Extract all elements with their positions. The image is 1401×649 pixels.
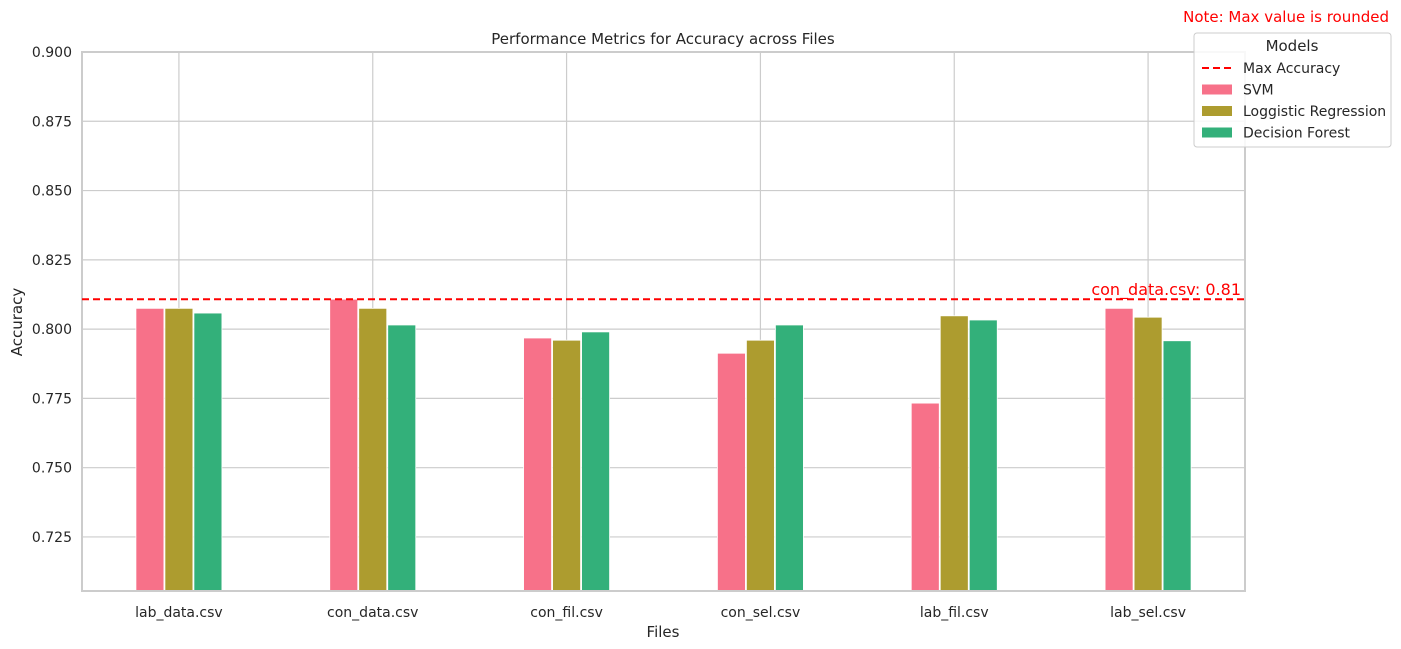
bar [1162, 340, 1192, 592]
y-tick-label: 0.725 [32, 530, 72, 546]
y-tick-label: 0.900 [32, 45, 72, 61]
max-annotation: con_data.csv: 0.81 [1091, 280, 1241, 300]
bar [939, 315, 969, 592]
y-tick-label: 0.825 [32, 253, 72, 269]
y-tick-label: 0.750 [32, 461, 72, 477]
legend-swatch [1202, 127, 1232, 138]
legend-label: Decision Forest [1243, 126, 1351, 142]
bar [523, 337, 552, 592]
x-axis-label: Files [647, 623, 680, 641]
y-axis-label: Accuracy [8, 288, 26, 357]
bar [1133, 316, 1163, 592]
bar [910, 402, 940, 592]
legend-label: SVM [1243, 83, 1274, 99]
y-tick-label: 0.875 [32, 114, 72, 130]
note-text: Note: Max value is rounded [1183, 8, 1389, 26]
bar [581, 331, 610, 592]
bar [775, 324, 804, 592]
legend: Models Max Accuracy SVM Loggistic Regressi… [1193, 32, 1392, 148]
x-tick-label: lab_data.csv [135, 605, 223, 621]
x-tick-label: lab_sel.csv [1110, 605, 1186, 621]
bar [358, 307, 388, 592]
legend-swatch [1202, 84, 1232, 95]
bar [164, 307, 194, 592]
bar [135, 307, 165, 592]
bar [387, 324, 417, 592]
legend-swatch [1202, 106, 1232, 116]
bar [717, 352, 746, 592]
y-tick-label: 0.775 [32, 391, 72, 407]
bar [193, 312, 223, 592]
chart: 0.725 0.750 0.775 0.800 0.825 0.850 0.875 0.900… [8, 8, 1392, 641]
grid-lines [82, 51, 1245, 591]
bar [968, 319, 998, 592]
x-tick-label: con_fil.csv [530, 605, 603, 621]
bar [552, 339, 581, 592]
y-tick-label: 0.850 [32, 184, 72, 200]
legend-label: Max Accuracy [1243, 61, 1340, 77]
bar [746, 339, 775, 592]
plot-frame [81, 51, 1246, 592]
legend-title: Models [1266, 37, 1319, 55]
chart-title: Performance Metrics for Accuracy across … [491, 30, 835, 48]
bars [135, 298, 1192, 592]
legend-label: Loggistic Regression [1243, 104, 1386, 120]
bar [329, 298, 359, 592]
bar [1104, 307, 1134, 592]
x-tick-label: con_sel.csv [721, 605, 801, 621]
x-tick-label: lab_fil.csv [920, 605, 989, 621]
x-tick-label: con_data.csv [327, 605, 418, 621]
y-tick-label: 0.800 [32, 322, 72, 338]
